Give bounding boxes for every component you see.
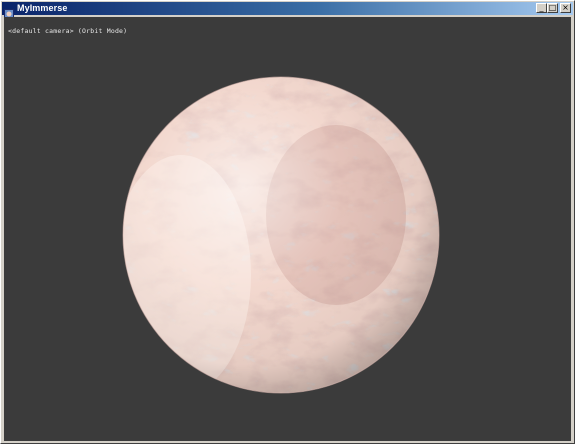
close-icon: ×: [562, 3, 569, 12]
close-button[interactable]: ×: [560, 3, 571, 13]
camera-status-label: <default camera> (Orbit Mode): [8, 27, 128, 35]
window-title: MyImmerse: [17, 3, 68, 13]
render-viewport[interactable]: <default camera> (Orbit Mode): [4, 17, 571, 441]
maximize-icon: □: [548, 3, 557, 12]
minimize-button[interactable]: _: [536, 3, 547, 13]
planet-sphere[interactable]: [121, 75, 441, 395]
app-window: MyImmerse _ □ × <default camera> (Orbit …: [0, 0, 575, 444]
title-bar[interactable]: MyImmerse _ □ ×: [2, 2, 573, 19]
maximize-button[interactable]: □: [547, 3, 558, 13]
planet-icon: [122, 76, 440, 394]
minimize-icon: _: [539, 3, 544, 12]
app-icon: [4, 4, 14, 19]
window-controls: _ □ ×: [536, 3, 571, 13]
